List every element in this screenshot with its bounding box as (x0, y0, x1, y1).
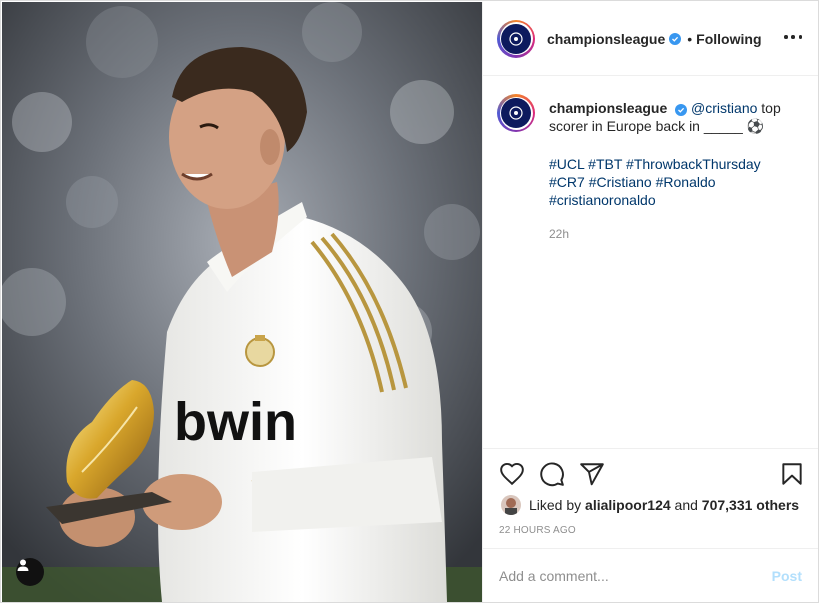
caption-time: 22h (549, 227, 570, 241)
hashtag-tbt[interactable]: #TBT (588, 156, 622, 172)
likes-middle: and (674, 497, 698, 513)
likes-count[interactable]: 707,331 others (702, 497, 799, 513)
hashtag-throwbackthursday[interactable]: #ThrowbackThursday (626, 156, 761, 172)
following-button[interactable]: Following (696, 31, 761, 47)
header-username[interactable]: championsleague (547, 31, 665, 47)
ucl-logo-icon (501, 98, 531, 128)
hashtag-ronaldo[interactable]: #Ronaldo (656, 174, 716, 190)
likes-prefix: Liked by (529, 497, 582, 513)
separator-dot: • (687, 30, 693, 47)
liker-avatar[interactable] (501, 495, 521, 515)
caption-avatar[interactable] (497, 94, 535, 132)
hashtag-cr7[interactable]: #CR7 (549, 174, 585, 190)
verified-badge-icon (675, 104, 688, 116)
more-options-icon[interactable] (784, 30, 802, 44)
instagram-post-window: bwin championsleague • Following champio… (0, 0, 819, 603)
player-illustration: bwin (2, 2, 482, 602)
comment-bar: Post (483, 548, 818, 602)
post-details-panel: championsleague • Following championslea… (482, 2, 818, 602)
post-photo[interactable]: bwin (2, 2, 482, 602)
account-avatar[interactable] (497, 19, 535, 58)
post-timestamp: 22 HOURS AGO (499, 525, 576, 536)
caption-area: championsleague @cristiano top scorer in… (497, 94, 805, 241)
bookmark-icon[interactable] (779, 461, 805, 487)
heart-icon[interactable] (499, 461, 525, 487)
comment-input[interactable] (499, 567, 772, 584)
hashtag-ucl[interactable]: #UCL (549, 156, 584, 172)
caption-username[interactable]: championsleague (549, 100, 667, 116)
comment-icon[interactable] (539, 461, 565, 487)
user-tag-icon[interactable] (16, 558, 44, 586)
hashtag-cristiano[interactable]: #Cristiano (589, 174, 652, 190)
liker-username[interactable]: alialipoor124 (585, 497, 671, 513)
ucl-logo-icon (501, 23, 531, 54)
caption-text: championsleague @cristiano top scorer in… (549, 99, 799, 135)
post-comment-button[interactable]: Post (772, 568, 802, 584)
hashtag-cristianoronaldo[interactable]: #cristianoronaldo (549, 192, 656, 208)
send-icon[interactable] (579, 461, 605, 487)
likes-summary: Liked by alialipoor124 and 707,331 other… (501, 495, 799, 515)
hashtag-list: #UCL #TBT #ThrowbackThursday #CR7 #Crist… (549, 155, 805, 209)
verified-badge-icon (669, 32, 682, 45)
sponsor-logo-text: bwin (174, 392, 297, 452)
caption-mention[interactable]: @cristiano (691, 100, 757, 116)
post-header: championsleague • Following (483, 2, 818, 76)
